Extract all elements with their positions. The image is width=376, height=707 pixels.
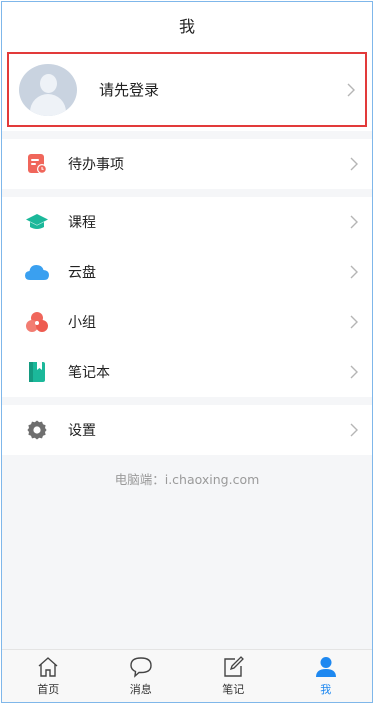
tab-messages[interactable]: 消息 — [95, 650, 188, 702]
graduation-cap-icon — [24, 209, 50, 235]
chevron-right-icon — [340, 423, 368, 437]
chevron-right-icon — [340, 315, 368, 329]
menu-item-label: 小组 — [68, 315, 96, 331]
page-title: 我 — [2, 2, 372, 48]
menu-item-courses[interactable]: 课程 — [2, 197, 372, 247]
chevron-right-icon — [340, 365, 368, 379]
login-prompt-text: 请先登录 — [99, 81, 160, 99]
chat-bubble-icon — [130, 657, 152, 678]
menu-item-label: 笔记本 — [68, 365, 110, 381]
todo-section: 待办事项 — [2, 139, 372, 189]
profile-section: 请先登录 — [2, 48, 372, 131]
tab-home[interactable]: 首页 — [2, 650, 95, 702]
tab-label: 消息 — [129, 683, 152, 696]
menu-item-notebook[interactable]: 笔记本 — [2, 347, 372, 397]
menu-item-group[interactable]: 小组 — [2, 297, 372, 347]
menu-item-label: 课程 — [68, 215, 96, 231]
home-icon — [38, 657, 58, 677]
chevron-right-icon — [340, 265, 368, 279]
tab-label: 我 — [320, 683, 332, 696]
edit-note-icon — [224, 656, 245, 677]
menu-item-todo[interactable]: 待办事项 — [2, 139, 372, 189]
group-icon — [24, 309, 50, 335]
menu-item-label: 设置 — [68, 423, 96, 439]
menu-item-settings[interactable]: 设置 — [2, 405, 372, 455]
main-menu-section: 课程 云盘 小组 笔记本 — [2, 197, 372, 397]
settings-section: 设置 — [2, 405, 372, 455]
bottom-tab-bar: 首页 消息 笔记 我 — [2, 649, 372, 702]
cloud-icon — [24, 259, 50, 285]
todo-icon — [24, 151, 50, 177]
chevron-right-icon — [340, 157, 368, 171]
chevron-right-icon — [340, 215, 368, 229]
app-frame: 我 请先登录 待办事项 课程 云盘 小组 笔记本 设置 电脑端：i.chaoxi… — [1, 1, 373, 703]
notebook-icon — [24, 359, 50, 385]
tab-notes[interactable]: 笔记 — [187, 650, 280, 702]
menu-item-label: 云盘 — [68, 265, 96, 281]
gear-icon — [24, 417, 50, 443]
login-prompt-row[interactable]: 请先登录 — [7, 52, 367, 127]
tab-me[interactable]: 我 — [280, 650, 373, 702]
chevron-right-icon — [337, 83, 365, 97]
avatar — [19, 63, 77, 116]
menu-item-label: 待办事项 — [68, 157, 124, 173]
pc-site-link[interactable]: 电脑端：i.chaoxing.com — [2, 469, 372, 488]
tab-label: 首页 — [37, 683, 60, 696]
menu-item-cloud[interactable]: 云盘 — [2, 247, 372, 297]
tab-label: 笔记 — [222, 683, 245, 696]
user-icon — [315, 657, 336, 677]
